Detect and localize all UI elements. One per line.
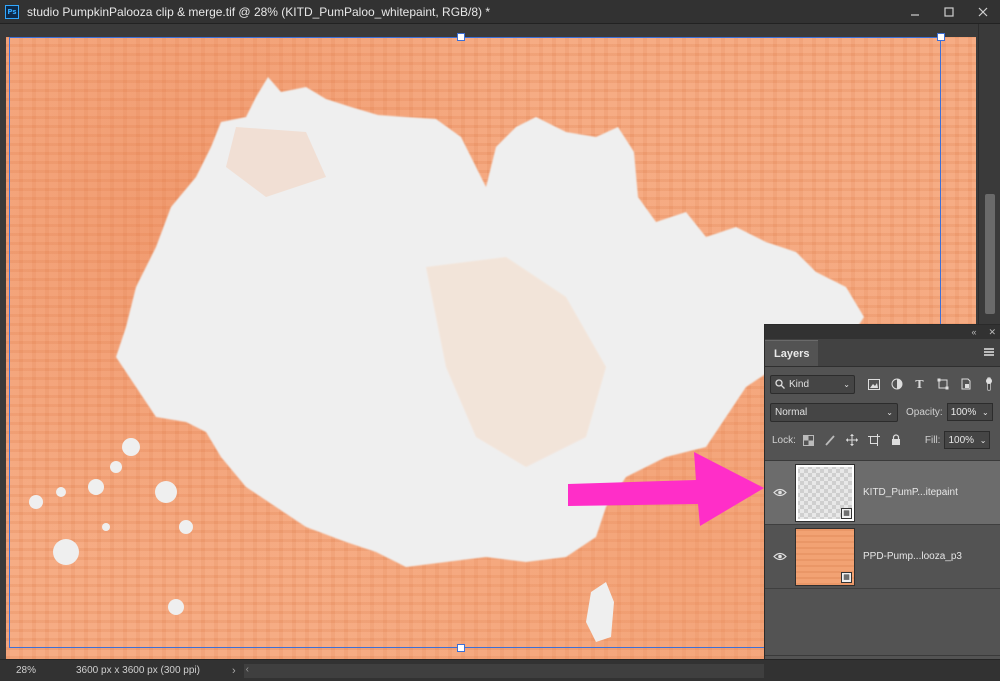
lock-options [802, 434, 903, 447]
layer-visibility-toggle[interactable] [765, 488, 795, 497]
layers-list: ▦ KITD_PumP...itepaint ▦ PPD-Pump...looz… [765, 460, 1000, 589]
blend-opacity-row: Normal ⌄ Opacity: 100% ⌄ [765, 398, 1000, 426]
pink-arrow-annotation [568, 452, 764, 526]
opacity-value: 100% [950, 406, 977, 418]
document-title-bar: Ps studio PumpkinPalooza clip & merge.ti… [0, 0, 1000, 24]
tab-layers[interactable]: Layers [765, 340, 819, 366]
layer-row[interactable]: ▦ KITD_PumP...itepaint [765, 461, 1000, 525]
lock-all-icon[interactable] [890, 434, 903, 447]
filter-kind-dropdown[interactable]: Kind ⌄ [770, 374, 855, 394]
chevron-down-icon: ⌄ [843, 379, 850, 389]
type-layer-filter-icon[interactable]: T [913, 378, 926, 391]
panel-dock-bar: « ✕ [765, 325, 1000, 339]
maximize-button[interactable] [932, 0, 966, 24]
close-panel-icon[interactable]: ✕ [988, 327, 996, 338]
lock-position-icon[interactable] [846, 434, 859, 447]
pixel-layer-filter-icon[interactable] [867, 378, 880, 391]
layers-panel: « ✕ Layers Kind ⌄ T Normal ⌄ Opacity: 10… [764, 324, 1000, 681]
close-button[interactable] [966, 0, 1000, 24]
layer-thumbnail[interactable]: ▦ [795, 527, 855, 586]
panel-menu-icon[interactable] [984, 348, 994, 356]
fill-value: 100% [948, 434, 975, 446]
opacity-field[interactable]: 100% ⌄ [946, 403, 993, 421]
blend-mode-value: Normal [775, 406, 808, 418]
window-controls [898, 0, 1000, 24]
minimize-button[interactable] [898, 0, 932, 24]
filter-type-icons: T [867, 377, 995, 391]
vertical-scrollbar-thumb[interactable] [985, 194, 995, 314]
photoshop-icon: Ps [5, 4, 19, 19]
layer-name[interactable]: PPD-Pump...looza_p3 [863, 551, 962, 562]
maximize-icon [944, 7, 954, 17]
document-title: studio PumpkinPalooza clip & merge.tif @… [27, 4, 491, 19]
status-bar: 28% 3600 px x 3600 px (300 ppi) › ‹ [0, 659, 1000, 681]
adjustment-layer-filter-icon[interactable] [890, 378, 903, 391]
minimize-icon [911, 14, 919, 16]
blend-mode-dropdown[interactable]: Normal ⌄ [770, 402, 898, 422]
opacity-label: Opacity: [906, 406, 943, 418]
zoom-level[interactable]: 28% [0, 665, 56, 676]
scroll-left-icon[interactable]: ‹ [246, 664, 249, 675]
layer-filter-row: Kind ⌄ T [765, 370, 1000, 398]
horizontal-scrollbar[interactable]: ‹ [243, 663, 764, 678]
chevron-down-icon[interactable]: ⌄ [982, 408, 989, 417]
fill-field[interactable]: 100% ⌄ [944, 431, 991, 449]
layer-visibility-toggle[interactable] [765, 552, 795, 561]
filter-toggle-switch[interactable] [982, 377, 995, 391]
smart-object-filter-icon[interactable] [959, 378, 972, 391]
lock-label: Lock: [772, 434, 796, 446]
panel-tab-bar: Layers [765, 339, 1000, 367]
close-icon [978, 7, 988, 17]
lock-artboard-icon[interactable] [868, 434, 881, 447]
transform-handle-bottom-center[interactable] [457, 644, 465, 652]
lock-fill-row: Lock: Fill: 100% ⌄ [765, 426, 1000, 454]
smart-object-icon: ▦ [841, 507, 852, 519]
lock-transparent-pixels-icon[interactable] [802, 434, 815, 447]
eye-icon [773, 488, 787, 497]
filter-kind-label: Kind [789, 378, 810, 390]
shape-layer-filter-icon[interactable] [936, 378, 949, 391]
document-size-info: 3600 px x 3600 px (300 ppi) [76, 665, 200, 676]
collapse-panels-icon[interactable]: « [971, 327, 976, 337]
fill-label: Fill: [924, 434, 941, 446]
layer-thumbnail[interactable]: ▦ [795, 463, 855, 522]
transform-handle-top-right[interactable] [937, 33, 945, 41]
chevron-down-icon: ⌄ [886, 407, 893, 417]
layer-name[interactable]: KITD_PumP...itepaint [863, 487, 958, 498]
status-menu-arrow-icon[interactable]: › [232, 665, 236, 677]
layer-row[interactable]: ▦ PPD-Pump...looza_p3 [765, 525, 1000, 589]
transform-handle-top-center[interactable] [457, 33, 465, 41]
search-icon [775, 379, 785, 389]
photoshop-window: Ps studio PumpkinPalooza clip & merge.ti… [0, 0, 1000, 681]
chevron-down-icon[interactable]: ⌄ [980, 436, 987, 445]
eye-icon [773, 552, 787, 561]
smart-object-icon: ▦ [841, 571, 852, 583]
lock-image-pixels-icon[interactable] [824, 434, 837, 447]
